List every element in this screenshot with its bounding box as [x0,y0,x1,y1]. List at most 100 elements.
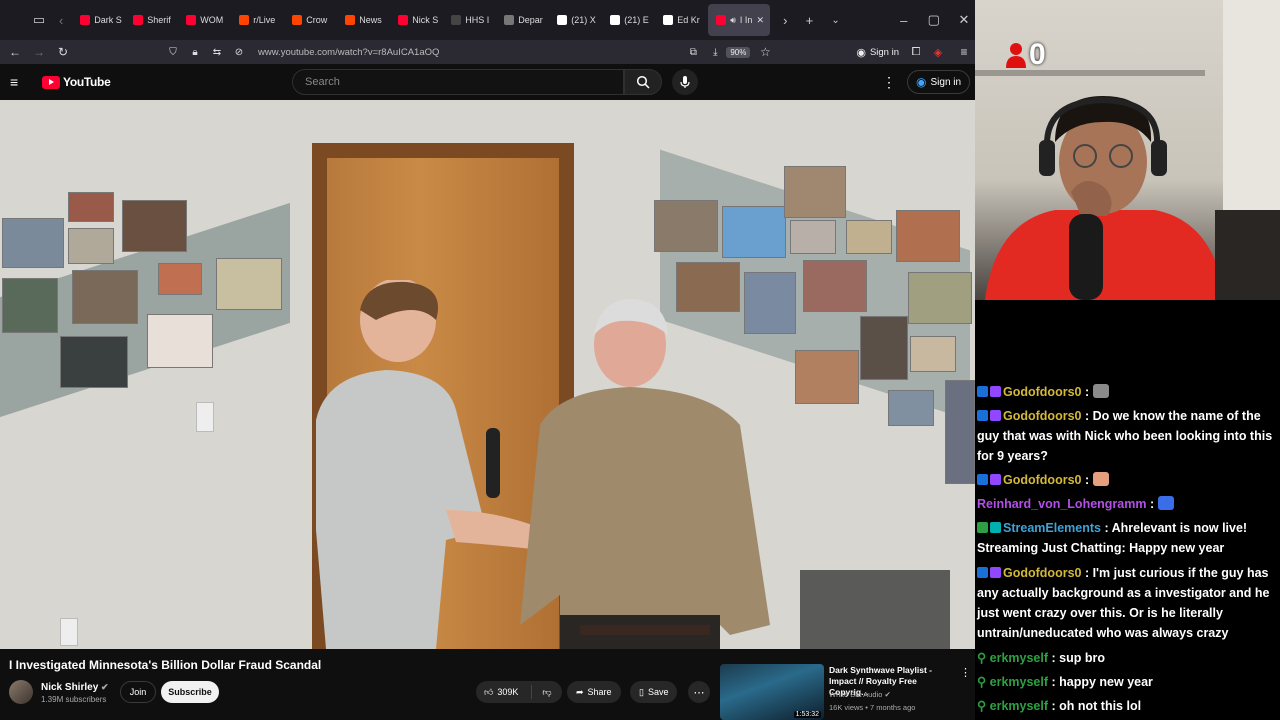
permissions-icon[interactable]: ⇆ [206,41,228,63]
tab-scroll-right-icon[interactable]: › [774,8,796,32]
door-background [1223,0,1280,210]
chat-username[interactable]: Godofdoors0 [1003,473,1081,487]
browser-tab[interactable]: Nick S [390,4,443,36]
tab-label: Crow [306,15,328,25]
tab-list-chevron-icon[interactable]: ⌄ [825,8,847,32]
share-button[interactable]: ➦ Share [567,681,621,703]
house-photo [216,258,282,310]
browser-signin-button[interactable]: ◉ Sign in [856,46,899,59]
recommended-thumbnail[interactable]: 1:53:32 [720,664,824,720]
browser-tab[interactable]: (21) E [602,4,655,36]
tab-label: Nick S [412,15,439,25]
search-input[interactable] [305,76,605,88]
chat-username[interactable]: StreamElements [1003,521,1101,535]
browser-tab[interactable]: Crow [284,4,337,36]
zoom-badge[interactable]: 90% [726,46,751,58]
browser-tab[interactable]: 🔊︎ I In ✕ [708,4,771,36]
reload-icon[interactable]: ↻ [52,41,74,63]
channel-avatar[interactable] [9,680,33,704]
tab-audio-icon[interactable]: 🔊︎ [730,15,736,26]
bookmark-star-icon[interactable]: ☆ [754,41,776,63]
streamer [985,96,1225,300]
tab-close-icon[interactable]: ✕ [756,15,764,26]
tab-overview-icon[interactable]: ▭ [28,8,50,32]
recommended-meta: 16K views • 7 months ago [829,703,916,712]
recommended-menu-icon[interactable]: ⋮ [960,666,971,679]
search-box[interactable] [292,69,624,95]
building-photo [803,260,867,312]
chat-username[interactable]: erkmyself [990,675,1048,689]
house-photo [147,314,213,368]
browser-tab[interactable]: Ed Kr [655,4,708,36]
youtube-logo[interactable]: YouTube [42,75,111,89]
back-icon[interactable]: ← [4,41,26,63]
death-counter: 0 [1005,38,1046,72]
dislike-button[interactable]: 👎︎ [532,687,562,698]
youtube-signin-button[interactable]: ◉ Sign in [907,70,971,94]
new-tab-icon[interactable]: + [798,8,820,32]
recommended-channel-text: White Bat Audio [829,690,883,699]
chat-username[interactable]: erkmyself [990,699,1048,713]
chat-text: sup bro [1059,651,1105,665]
addon-icon[interactable]: ◈ [927,41,949,63]
browser-tab[interactable]: Dark S [72,4,125,36]
browser-tab[interactable]: News [337,4,390,36]
browser-tab[interactable]: Sherif [125,4,178,36]
counter-value: 0 [1029,38,1046,71]
house-photo [60,336,128,388]
chat-separator: : [1081,566,1093,580]
lock-icon[interactable]: 🔒︎ [184,41,206,63]
close-window-icon[interactable]: ✕ [953,8,975,32]
hamburger-menu-icon[interactable]: ≡ [10,74,30,90]
tab-list: Dark S Sherif WOM r/Live Crow News Nick S HHS I… [72,4,771,36]
chat-badge-icon [990,474,1001,485]
house-photo [68,228,114,264]
browser-tab[interactable]: r/Live [231,4,284,36]
app-menu-icon[interactable]: ≡ [953,41,975,63]
chat-separator: : [1100,521,1112,535]
forward-icon[interactable]: → [28,41,50,63]
chat-separator: : [1081,473,1093,487]
chat-username[interactable]: Godofdoors0 [1003,409,1081,423]
tab-favicon-icon [716,15,727,25]
save-button[interactable]: ▯ Save [630,681,678,703]
youtube-play-icon [42,75,60,89]
browser-tab[interactable]: HHS I [443,4,496,36]
minimize-icon[interactable]: – [893,8,915,32]
shield-icon[interactable]: ⛉ [162,41,184,63]
browser-tab[interactable]: (21) X [549,4,602,36]
tab-bar: ▭ ‹ Dark S Sherif WOM r/Live Crow News Nick S H… [0,0,975,40]
chat-username[interactable]: Reinhard_von_Lohengramm [977,497,1146,511]
channel-name[interactable]: Nick Shirley ✔ [41,682,109,693]
maximize-icon[interactable]: ▢ [923,8,945,32]
browser-tab[interactable]: Depar [496,4,549,36]
url-bar[interactable]: www.youtube.com/watch?v=r8AuICA1aOQ [258,47,682,58]
settings-dots-icon[interactable]: ⋮ [882,74,896,91]
join-button[interactable]: Join [120,681,156,703]
search-button[interactable] [624,69,662,95]
screen: ▭ ‹ Dark S Sherif WOM r/Live Crow News Nick S H… [0,0,1280,720]
like-button[interactable]: 👍︎ 309K [476,685,532,699]
voice-search-button[interactable] [672,69,698,95]
building-photo [888,390,934,426]
tab-label: HHS I [465,15,490,25]
tab-favicon-icon [292,15,303,25]
more-actions-icon[interactable]: ⋯ [688,681,710,703]
video-player[interactable] [0,100,975,649]
tab-scroll-left-icon[interactable]: ‹ [50,8,72,32]
chat-username[interactable]: Godofdoors0 [1003,566,1081,580]
recommended-channel[interactable]: White Bat Audio ✔ [829,690,891,699]
chat-separator: : [1081,409,1093,423]
tracking-blocked-icon[interactable]: ⊘ [228,41,250,63]
tab-label: Dark S [94,15,122,25]
browser-tab[interactable]: WOM [178,4,231,36]
picture-in-picture-icon[interactable]: ⧉ [682,41,704,63]
subscribe-button[interactable]: Subscribe [161,681,219,703]
chat-username[interactable]: erkmyself [990,651,1048,665]
chat-badge-icon [990,410,1001,421]
download-icon[interactable]: ⤓ [704,41,726,63]
tab-favicon-icon [186,15,197,25]
extensions-icon[interactable]: ⧠ [905,41,927,63]
chat-username[interactable]: Godofdoors0 [1003,385,1081,399]
verified-icon: ✔ [101,682,109,692]
